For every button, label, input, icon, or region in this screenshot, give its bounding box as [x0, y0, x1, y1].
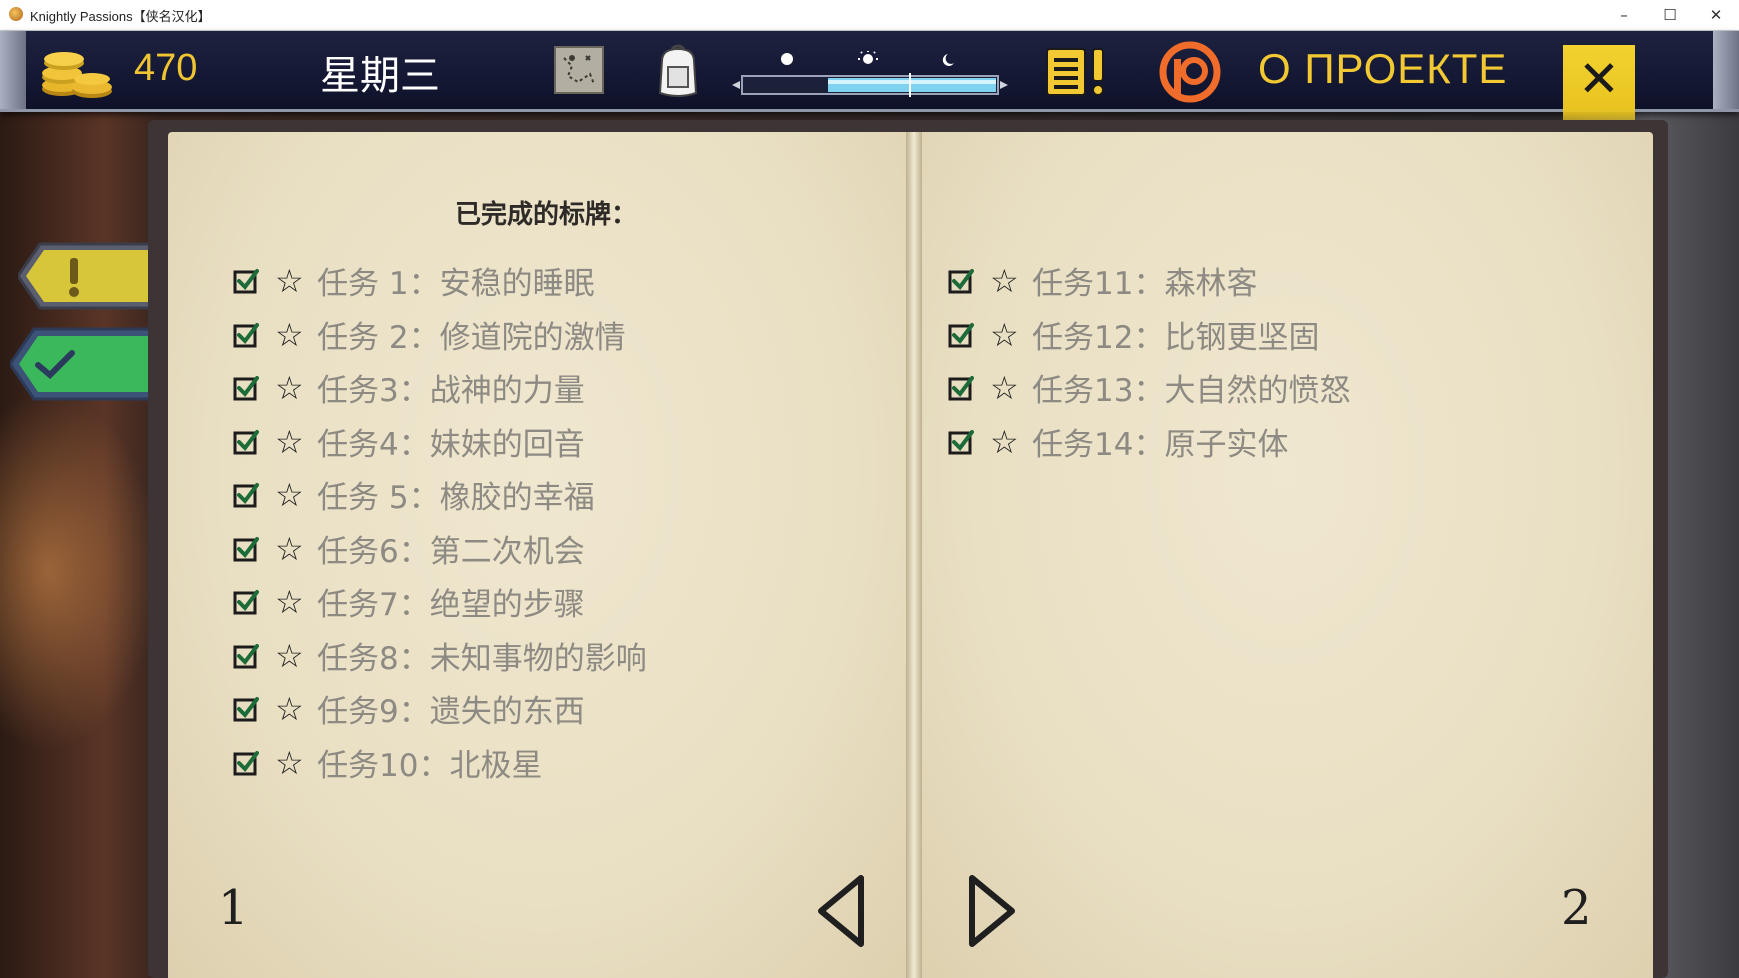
window-close-button[interactable]: ✕ [1693, 0, 1739, 30]
star-icon: ☆ [275, 369, 304, 407]
checkbox-checked-icon [233, 750, 259, 775]
time-of-day-bar [732, 51, 1008, 97]
star-icon: ☆ [275, 529, 304, 568]
gold-amount: 470 [134, 47, 198, 89]
checkbox-checked-icon [948, 429, 974, 454]
star-icon: ☆ [990, 422, 1019, 461]
quest-label: 任务4：妹妹的回音 [317, 426, 585, 463]
checkbox-checked-icon [233, 536, 259, 561]
quest-label: 任务7：绝望的步骤 [317, 587, 585, 623]
quest-label: 任务14：原子实体 [1032, 426, 1289, 463]
checkbox-checked-icon [233, 483, 259, 508]
checkbox-checked-icon [233, 322, 259, 347]
hud-ornament-left [0, 31, 26, 109]
quest-label: 任务10：北极星 [317, 747, 543, 784]
star-icon: ☆ [275, 262, 304, 300]
app-icon [9, 7, 23, 21]
tab-alerts[interactable] [18, 240, 168, 312]
page-number-right: 2 [1561, 880, 1592, 936]
quest-label: 任务 2：修道院的激情 [317, 319, 626, 356]
checkbox-checked-icon [948, 322, 974, 347]
quest-label: 任务3：战神的力量 [317, 373, 585, 409]
completed-quests-heading: 已完成的标牌： [455, 200, 638, 230]
star-icon: ☆ [990, 262, 1019, 300]
page-number-left: 1 [218, 880, 249, 936]
quest-label: 任务13：大自然的愤怒 [1032, 373, 1351, 409]
star-icon: ☆ [275, 476, 304, 514]
checkbox-checked-icon [233, 643, 259, 668]
quest-label: 任务12：比钢更坚固 [1032, 319, 1320, 356]
quest-label: 任务11：森林客 [1032, 266, 1258, 302]
journal-icon[interactable] [1045, 45, 1111, 97]
minimize-button[interactable]: – [1601, 0, 1647, 30]
next-page-arrow[interactable] [966, 874, 1018, 948]
window-title: Knightly Passions【侠名汉化】 [30, 9, 211, 24]
about-project-link[interactable]: О ПРОЕКТЕ [1258, 45, 1507, 93]
right-page [918, 132, 1653, 978]
quest-label: 任务9：遗失的东西 [317, 694, 585, 730]
weekday-label: 星期三 [320, 53, 440, 99]
checkbox-checked-icon [233, 590, 259, 615]
checkbox-checked-icon [233, 269, 259, 294]
checkbox-checked-icon [233, 429, 259, 454]
backpack-icon[interactable] [650, 43, 706, 99]
lamp-glow [0, 391, 160, 751]
window-titlebar: Knightly Passions【侠名汉化】 – ☐ ✕ [0, 0, 1739, 31]
patreon-icon[interactable] [1158, 41, 1222, 103]
star-icon: ☆ [990, 315, 1019, 354]
star-icon: ☆ [990, 369, 1019, 407]
star-icon: ☆ [275, 690, 304, 728]
coins-icon [42, 52, 112, 98]
quest-label: 任务 1：安稳的睡眠 [317, 266, 595, 302]
checkbox-checked-icon [233, 697, 259, 722]
star-icon: ☆ [275, 636, 304, 675]
maximize-button[interactable]: ☐ [1647, 0, 1693, 30]
book-spine [906, 132, 922, 978]
quest-label: 任务6：第二次机会 [317, 533, 585, 570]
checkbox-checked-icon [233, 376, 259, 401]
top-hud: 470 星期三 О ПРОЕКТЕ [0, 31, 1739, 112]
star-icon: ☆ [275, 743, 304, 782]
star-icon: ☆ [275, 583, 304, 621]
map-icon[interactable] [554, 46, 604, 94]
hud-ornament-right [1713, 31, 1739, 109]
star-icon: ☆ [275, 315, 304, 354]
quest-label: 任务8：未知事物的影响 [317, 640, 647, 677]
checkbox-checked-icon [948, 269, 974, 294]
star-icon: ☆ [275, 422, 304, 461]
quest-label: 任务 5：橡胶的幸福 [317, 480, 595, 516]
prev-page-arrow[interactable] [815, 874, 867, 948]
checkbox-checked-icon [948, 376, 974, 401]
